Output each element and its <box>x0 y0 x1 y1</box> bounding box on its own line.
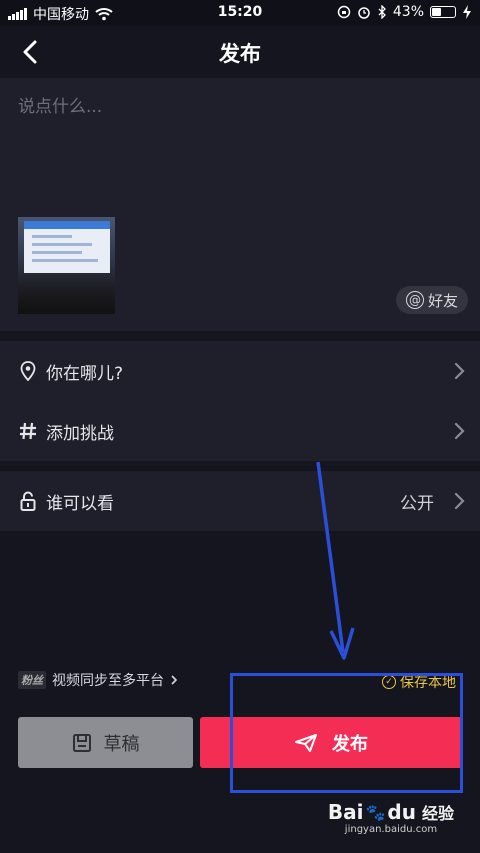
page-title: 发布 <box>219 42 261 66</box>
unlock-icon <box>18 490 38 512</box>
location-label: 你在哪儿? <box>46 363 124 384</box>
charging-icon <box>463 5 471 19</box>
draft-button[interactable]: 草稿 <box>18 717 193 768</box>
chevron-right-icon <box>454 492 465 510</box>
chevron-right-icon <box>454 362 465 380</box>
caption-input[interactable] <box>18 92 458 202</box>
baidu-jingyan-watermark: Bai 🐾 du 经验 jingyan.baidu.com <box>328 800 454 835</box>
visibility-value: 公开 <box>400 493 434 514</box>
fans-logo: 粉丝 <box>18 671 46 689</box>
location-pin-icon <box>18 360 38 382</box>
watermark-brand-left: Bai <box>327 800 364 824</box>
at-icon: @ <box>405 291 424 309</box>
paw-icon: 🐾 <box>365 802 386 822</box>
draft-label: 草稿 <box>103 733 140 755</box>
multi-platform-sync-link[interactable]: 粉丝 视频同步至多平台 <box>18 670 178 690</box>
annotation-highlight-box <box>230 673 463 793</box>
battery-icon <box>430 6 456 18</box>
mention-label: 好友 <box>427 291 458 310</box>
draft-box-icon <box>72 733 91 752</box>
options-group: 你在哪儿? 添加挑战 <box>0 341 480 461</box>
status-bar: 中国移动 15:20 43% <box>0 0 480 26</box>
thumbnail-screen <box>24 221 110 273</box>
watermark-brand-right: du <box>387 800 416 824</box>
rotation-lock-icon <box>337 5 351 19</box>
chevron-right-icon <box>454 422 465 440</box>
challenge-row[interactable]: 添加挑战 <box>0 401 480 461</box>
video-thumbnail[interactable] <box>18 217 115 314</box>
alarm-icon <box>358 7 370 19</box>
location-row[interactable]: 你在哪儿? <box>0 341 480 401</box>
visibility-label: 谁可以看 <box>46 493 114 514</box>
chevron-right-icon <box>171 675 178 685</box>
watermark-suffix: 经验 <box>421 804 454 823</box>
nav-bar: 发布 <box>0 26 480 78</box>
challenge-label: 添加挑战 <box>46 423 114 444</box>
mention-friends-button[interactable]: @ 好友 <box>395 286 468 314</box>
bluetooth-icon <box>378 5 386 19</box>
watermark-brand: Bai 🐾 du 经验 <box>328 800 454 824</box>
status-right: 43% <box>337 4 472 20</box>
battery-percent: 43% <box>392 4 424 20</box>
hashtag-icon <box>18 420 38 442</box>
sync-label: 视频同步至多平台 <box>52 673 164 689</box>
visibility-group: 谁可以看 公开 <box>0 471 480 531</box>
compose-panel: @ 好友 <box>0 78 480 331</box>
visibility-row[interactable]: 谁可以看 公开 <box>0 471 480 531</box>
watermark-url: jingyan.baidu.com <box>344 824 438 835</box>
